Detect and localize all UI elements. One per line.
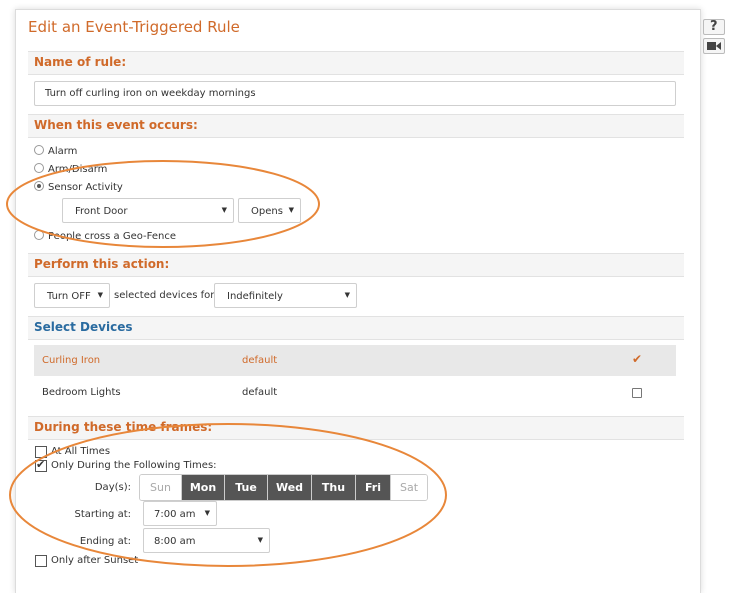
- rule-name-value: Turn off curling iron on weekday morning…: [45, 88, 256, 99]
- duration-select[interactable]: Indefinitely ▼: [214, 283, 357, 308]
- event-option-label: Sensor Activity: [48, 182, 123, 193]
- all-times-label: At All Times: [51, 446, 111, 457]
- help-button[interactable]: ?: [703, 19, 725, 35]
- following-times-label: Only During the Following Times:: [51, 460, 217, 471]
- radio-alarm[interactable]: [34, 145, 44, 155]
- chevron-down-icon: ▼: [344, 291, 350, 299]
- day-toggle-fri[interactable]: Fri: [356, 475, 391, 500]
- end-time-value: 8:00 am: [154, 536, 196, 547]
- chevron-down-icon: ▼: [288, 206, 294, 214]
- event-section-heading: When this event occurs:: [34, 118, 198, 132]
- sensor-action-value: Opens: [251, 206, 283, 217]
- event-option-geofence[interactable]: People cross a Geo-Fence: [34, 230, 176, 242]
- checkmark-icon[interactable]: ✔: [632, 352, 642, 366]
- starting-label: Starting at:: [74, 509, 132, 520]
- chevron-down-icon: ▼: [97, 291, 103, 299]
- time-section-heading: During these time frames:: [34, 420, 213, 434]
- question-mark-icon: ?: [710, 19, 718, 34]
- device-name: Curling Iron: [42, 355, 101, 366]
- day-toggle-sun[interactable]: Sun: [140, 475, 182, 500]
- devices-section-heading: Select Devices: [34, 320, 133, 334]
- event-option-label: Arm/Disarm: [48, 164, 108, 175]
- video-button[interactable]: [703, 38, 725, 54]
- day-toggle-thu[interactable]: Thu: [312, 475, 356, 500]
- device-name: Bedroom Lights: [42, 387, 121, 398]
- sensor-action-select[interactable]: Opens ▼: [238, 198, 301, 223]
- event-option-sensor-activity[interactable]: Sensor Activity: [34, 181, 123, 193]
- following-times-checkbox[interactable]: ✔: [35, 458, 47, 472]
- action-section-header: Perform this action:: [28, 253, 684, 277]
- chevron-down-icon: ▼: [204, 509, 210, 517]
- event-option-label: People cross a Geo-Fence: [48, 231, 176, 242]
- day-toggle-tue[interactable]: Tue: [225, 475, 268, 500]
- event-option-alarm[interactable]: Alarm: [34, 145, 77, 157]
- sensor-select-value: Front Door: [75, 206, 128, 217]
- day-toggle-mon[interactable]: Mon: [182, 475, 225, 500]
- page-title: Edit an Event-Triggered Rule: [28, 18, 240, 36]
- radio-geofence[interactable]: [34, 230, 44, 240]
- time-section-header: During these time frames:: [28, 416, 684, 440]
- action-select[interactable]: Turn OFF ▼: [34, 283, 110, 308]
- ending-label: Ending at:: [79, 536, 131, 547]
- all-times-checkbox[interactable]: [35, 446, 47, 458]
- table-row[interactable]: Curling Iron default ✔: [34, 345, 676, 376]
- start-time-select[interactable]: 7:00 am ▼: [143, 501, 217, 526]
- start-time-value: 7:00 am: [154, 509, 196, 520]
- radio-sensor-activity[interactable]: [34, 181, 44, 191]
- duration-select-value: Indefinitely: [227, 291, 283, 302]
- day-picker: Sun Mon Tue Wed Thu Fri Sat: [139, 474, 428, 501]
- sensor-select[interactable]: Front Door ▼: [62, 198, 234, 223]
- checkmark-icon: ✔: [36, 458, 46, 471]
- end-time-select[interactable]: 8:00 am ▼: [143, 528, 270, 553]
- action-section-heading: Perform this action:: [34, 257, 170, 271]
- days-label: Day(s):: [94, 482, 131, 493]
- event-section-header: When this event occurs:: [28, 114, 684, 138]
- day-toggle-sat[interactable]: Sat: [391, 475, 427, 500]
- devices-section-header: Select Devices: [28, 316, 684, 340]
- action-middle-text: selected devices for: [114, 290, 215, 301]
- video-camera-icon: [707, 42, 721, 50]
- device-setting: default: [242, 387, 278, 398]
- device-checkbox[interactable]: [632, 388, 642, 398]
- chevron-down-icon: ▼: [257, 536, 263, 544]
- sunset-checkbox[interactable]: [35, 555, 47, 567]
- name-section-heading: Name of rule:: [34, 55, 127, 69]
- name-section-header: Name of rule:: [28, 51, 684, 75]
- radio-arm-disarm[interactable]: [34, 163, 44, 173]
- table-row[interactable]: Bedroom Lights default: [34, 377, 676, 408]
- event-option-arm-disarm[interactable]: Arm/Disarm: [34, 163, 107, 175]
- rule-name-input[interactable]: Turn off curling iron on weekday morning…: [34, 81, 676, 106]
- sunset-label: Only after Sunset: [51, 555, 139, 566]
- day-toggle-wed[interactable]: Wed: [268, 475, 312, 500]
- chevron-down-icon: ▼: [221, 206, 227, 214]
- action-select-value: Turn OFF: [47, 291, 91, 302]
- device-setting: default: [242, 355, 278, 366]
- event-option-label: Alarm: [48, 146, 78, 157]
